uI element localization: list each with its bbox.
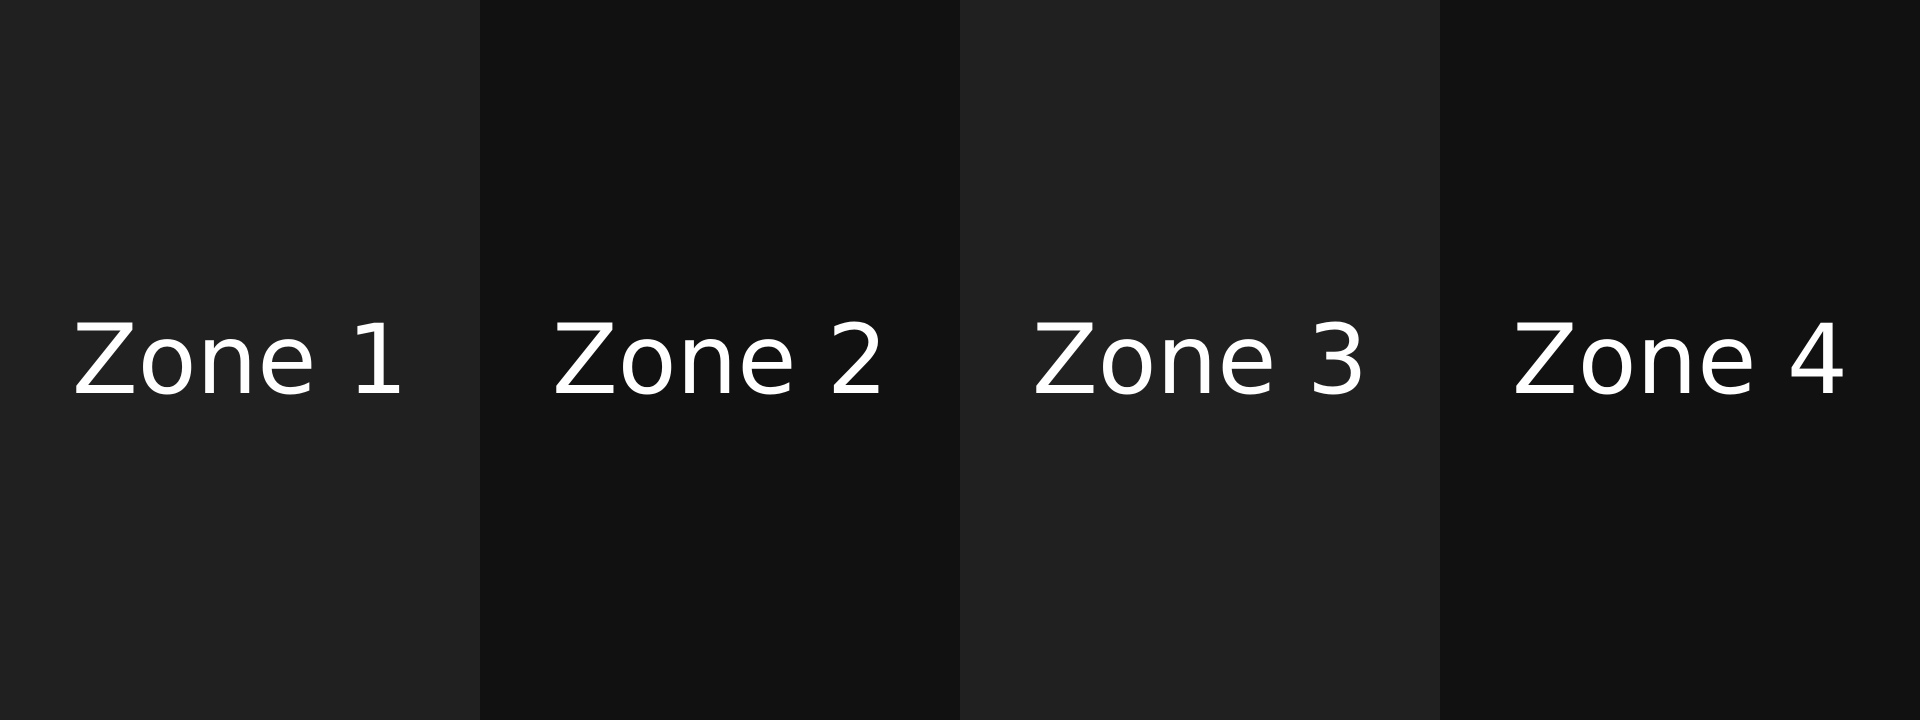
zone-1-panel: Zone 1 <box>0 0 480 720</box>
zone-3-panel: Zone 3 <box>960 0 1440 720</box>
zone-1-label: Zone 1 <box>72 304 408 416</box>
zone-4-panel: Zone 4 <box>1440 0 1920 720</box>
zone-2-label: Zone 2 <box>552 304 888 416</box>
zone-3-label: Zone 3 <box>1032 304 1368 416</box>
zone-strip: Zone 1 Zone 2 Zone 3 Zone 4 <box>0 0 1920 720</box>
zone-2-panel: Zone 2 <box>480 0 960 720</box>
zone-4-label: Zone 4 <box>1512 304 1848 416</box>
